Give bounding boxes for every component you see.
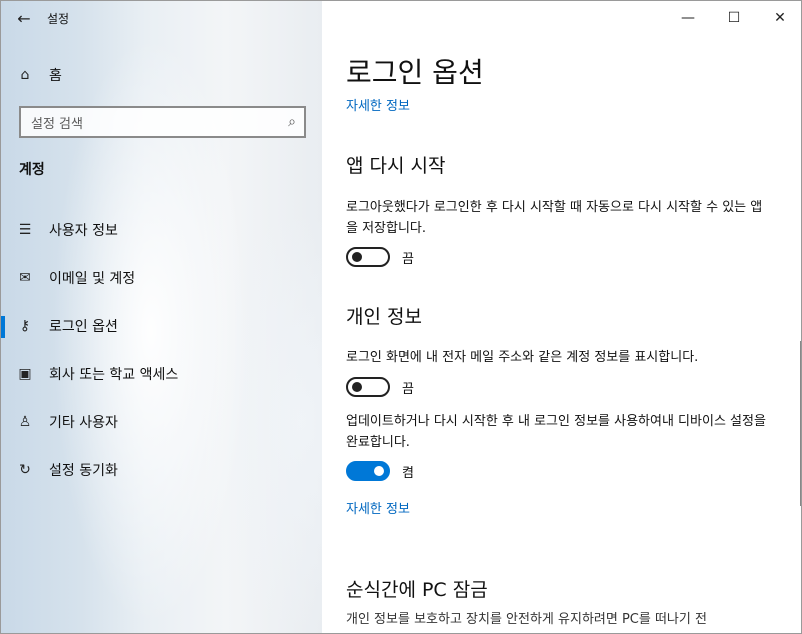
sidebar-item-sync-settings[interactable]: ↻ 설정 동기화 xyxy=(1,446,322,494)
sync-icon: ↻ xyxy=(19,462,31,478)
show-account-details-toggle-row: 끔 xyxy=(346,377,414,397)
sidebar-item-label: 로그인 옵션 xyxy=(49,319,118,335)
person-list-icon: ☰ xyxy=(18,222,32,238)
maximize-button[interactable]: ☐ xyxy=(711,1,757,35)
back-button[interactable]: ← xyxy=(1,1,47,35)
close-button[interactable]: ✕ xyxy=(757,1,801,35)
search-placeholder: 설정 검색 xyxy=(31,116,83,132)
app-restart-toggle-row: 끔 xyxy=(346,247,414,267)
dynamic-lock-description: 개인 정보를 보호하고 장치를 안전하게 유지하려면 PC를 떠나기 전 xyxy=(346,612,707,627)
sidebar-nav: ☰ 사용자 정보 ✉ 이메일 및 계정 ⚷ 로그인 옵션 ▣ 회사 또는 학교 … xyxy=(1,206,322,494)
sidebar-item-label: 기타 사용자 xyxy=(49,415,118,431)
app-restart-heading: 앱 다시 시작 xyxy=(346,155,446,177)
person-add-icon: ♙ xyxy=(18,414,32,430)
privacy-heading: 개인 정보 xyxy=(346,306,422,328)
key-icon: ⚷ xyxy=(19,318,31,334)
maximize-icon: ☐ xyxy=(727,10,741,26)
toggle-knob xyxy=(352,382,362,392)
content-pane: — ☐ ✕ 로그인 옵션 자세한 정보 앱 다시 시작 로그아웃했다가 로그인한… xyxy=(322,1,801,633)
sidebar-item-home[interactable]: ⌂ 홈 xyxy=(1,57,322,93)
back-arrow-icon: ← xyxy=(17,8,31,28)
title-bar: ← 설정 xyxy=(1,1,322,35)
app-title: 설정 xyxy=(47,11,70,26)
search-input[interactable]: 설정 검색 ⌕ xyxy=(19,106,306,138)
briefcase-icon: ▣ xyxy=(18,366,32,382)
show-account-details-toggle-label: 끔 xyxy=(402,381,414,397)
sidebar-item-label: 사용자 정보 xyxy=(49,223,118,239)
sidebar-item-label: 홈 xyxy=(49,68,62,84)
toggle-knob xyxy=(374,466,384,476)
search-icon[interactable]: ⌕ xyxy=(288,114,296,130)
sidebar-item-your-info[interactable]: ☰ 사용자 정보 xyxy=(1,206,322,254)
sidebar-item-label: 이메일 및 계정 xyxy=(49,271,136,287)
minimize-button[interactable]: — xyxy=(665,1,711,35)
use-signin-info-toggle-label: 켬 xyxy=(402,465,414,481)
sidebar: ← 설정 ⌂ 홈 설정 검색 ⌕ 계정 ☰ 사용자 정보 ✉ 이메일 및 계정 … xyxy=(1,1,322,633)
use-signin-info-toggle[interactable] xyxy=(346,461,390,481)
show-account-details-toggle[interactable] xyxy=(346,377,390,397)
dynamic-lock-heading: 순식간에 PC 잠금 xyxy=(346,579,488,601)
learn-more-link[interactable]: 자세한 정보 xyxy=(346,95,410,114)
mail-icon: ✉ xyxy=(19,270,31,286)
minimize-icon: — xyxy=(681,10,695,26)
home-icon: ⌂ xyxy=(20,67,30,83)
section-title: 계정 xyxy=(19,162,45,178)
sidebar-item-label: 설정 동기화 xyxy=(49,463,118,479)
app-restart-description: 로그아웃했다가 로그인한 후 다시 시작할 때 자동으로 다시 시작할 수 있는… xyxy=(346,200,763,236)
page-title: 로그인 옵션 xyxy=(346,56,484,89)
use-signin-info-toggle-row: 켬 xyxy=(346,461,414,481)
sidebar-item-work-school-access[interactable]: ▣ 회사 또는 학교 액세스 xyxy=(1,350,322,398)
close-icon: ✕ xyxy=(774,10,786,26)
settings-window: ← 설정 ⌂ 홈 설정 검색 ⌕ 계정 ☰ 사용자 정보 ✉ 이메일 및 계정 … xyxy=(0,0,802,634)
app-restart-toggle[interactable] xyxy=(346,247,390,267)
app-restart-toggle-label: 끔 xyxy=(402,251,414,267)
window-controls: — ☐ ✕ xyxy=(665,1,801,35)
sidebar-item-label: 회사 또는 학교 액세스 xyxy=(49,367,179,383)
sidebar-item-other-users[interactable]: ♙ 기타 사용자 xyxy=(1,398,322,446)
sidebar-item-sign-in-options[interactable]: ⚷ 로그인 옵션 xyxy=(1,302,322,350)
show-account-details-description: 로그인 화면에 내 전자 메일 주소와 같은 계정 정보를 표시합니다. xyxy=(346,350,699,365)
toggle-knob xyxy=(352,252,362,262)
use-signin-info-description: 업데이트하거나 다시 시작한 후 내 로그인 정보를 사용하여내 디바이스 설정… xyxy=(346,414,766,450)
privacy-learn-more-link[interactable]: 자세한 정보 xyxy=(346,498,410,517)
sidebar-item-email-accounts[interactable]: ✉ 이메일 및 계정 xyxy=(1,254,322,302)
